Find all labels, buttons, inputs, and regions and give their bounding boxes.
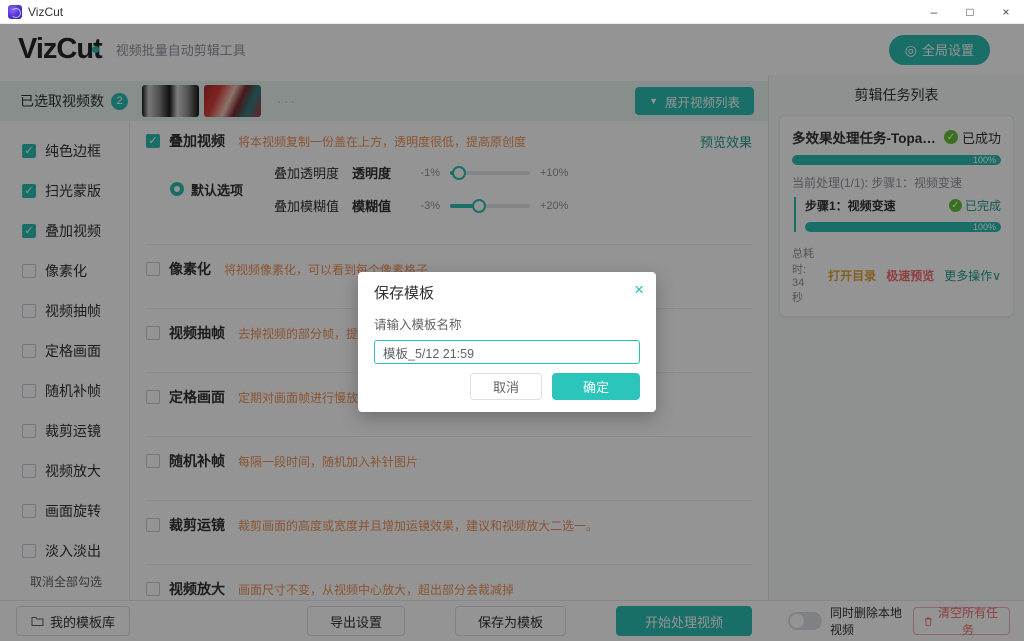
confirm-button[interactable]: 确定	[552, 373, 640, 400]
window-titlebar: VizCut – □ ×	[0, 0, 1024, 24]
save-template-dialog: 保存模板 × 请输入模板名称 取消 确定	[358, 272, 656, 412]
maximize-button[interactable]: □	[952, 0, 988, 24]
template-name-label: 请输入模板名称	[374, 314, 640, 333]
app-icon	[8, 5, 22, 19]
dialog-close-icon[interactable]: ×	[634, 280, 644, 300]
template-name-input[interactable]	[374, 340, 640, 364]
window-title: VizCut	[28, 5, 63, 19]
minimize-button[interactable]: –	[916, 0, 952, 24]
close-button[interactable]: ×	[988, 0, 1024, 24]
dialog-title: 保存模板	[374, 282, 640, 303]
cancel-button[interactable]: 取消	[470, 373, 542, 400]
